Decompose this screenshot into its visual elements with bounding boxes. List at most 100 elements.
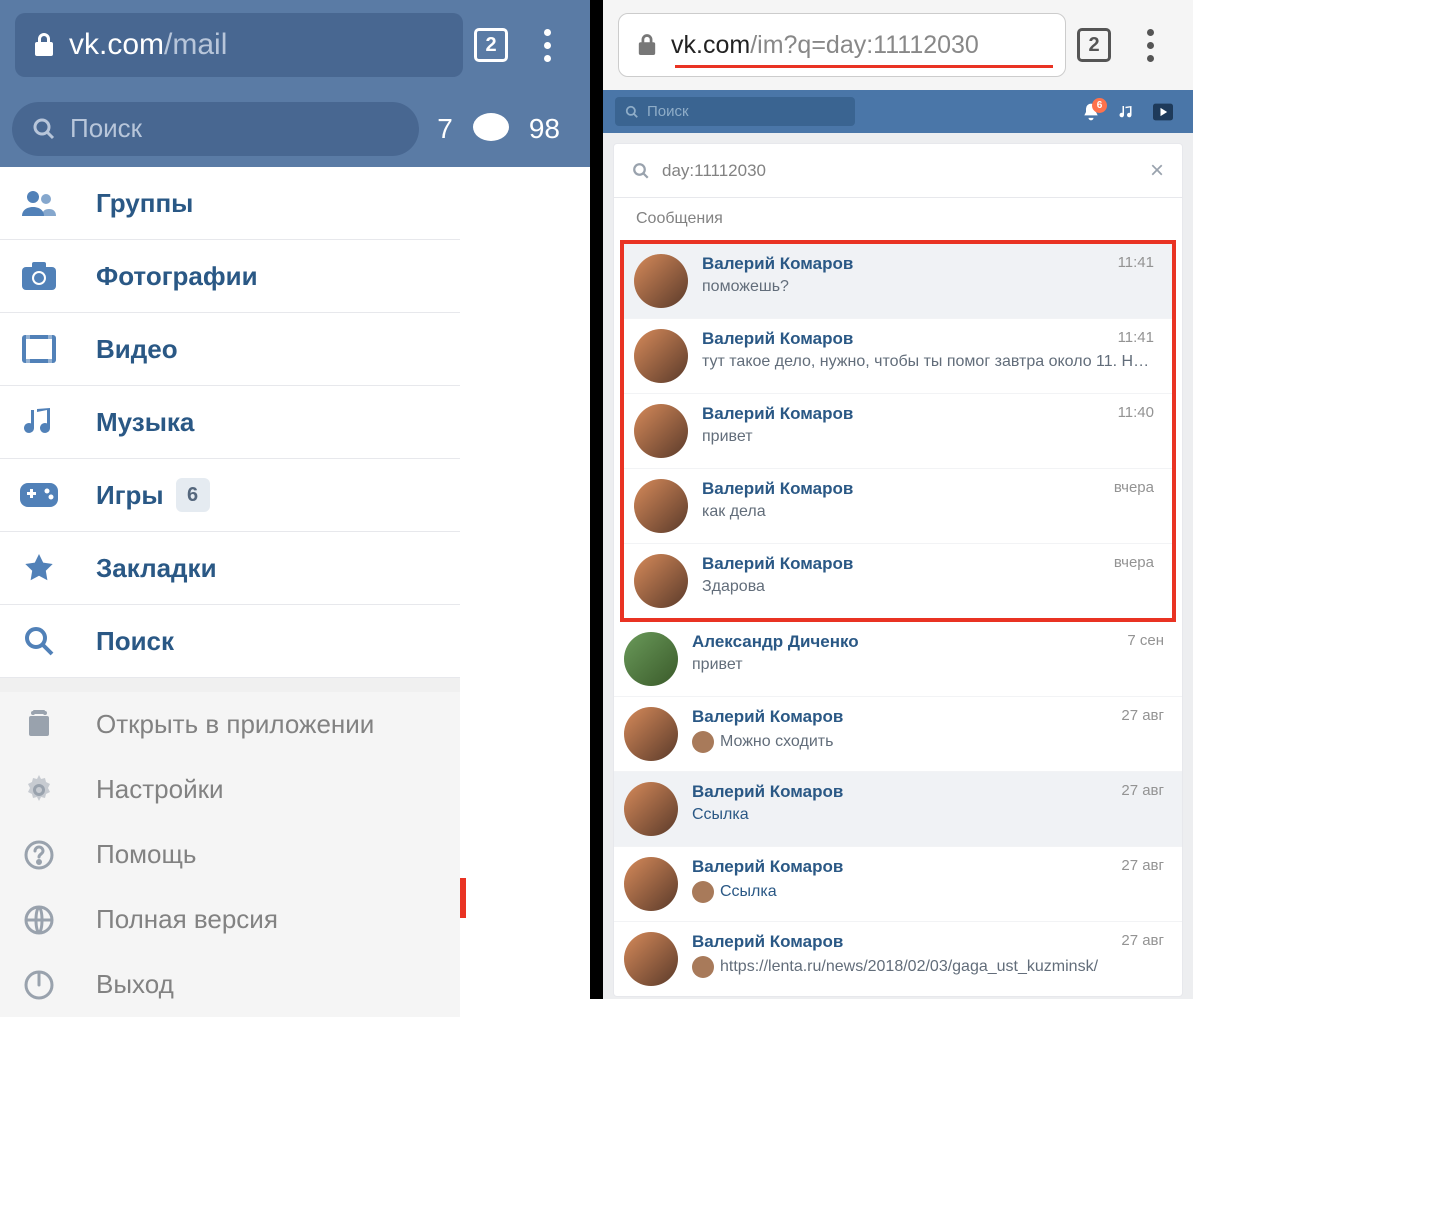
left-url-box[interactable]: vk.com/mail — [15, 13, 463, 77]
panel-search-input[interactable]: day:11112030 — [662, 161, 1150, 181]
avatar — [634, 329, 688, 383]
search-icon — [632, 162, 650, 180]
messages-panel: day:11112030 × Сообщения Валерий Комаров… — [613, 143, 1183, 997]
bg-list-item[interactable]: 28 мая — [450, 937, 590, 997]
message-preview: привет — [692, 656, 1164, 674]
menu-item-4[interactable]: Игры 6 — [0, 459, 460, 532]
message-item[interactable]: Валерий Комаров вчера как дела — [624, 469, 1172, 544]
gray-menu-item-2[interactable]: Помощь — [0, 822, 460, 887]
friends-count[interactable]: 7 — [437, 113, 453, 145]
message-preview: поможешь? — [702, 278, 1154, 296]
message-item[interactable]: Валерий Комаров11:41 поможешь? — [624, 244, 1172, 319]
more-button[interactable] — [519, 0, 575, 90]
gray-menu-item-4[interactable]: Выход — [0, 952, 460, 1017]
menu-icon — [14, 397, 64, 447]
left-address-bar: vk.com/mail 2 — [0, 0, 590, 90]
menu-item-3[interactable]: Музыка — [0, 386, 460, 459]
gray-menu-item-1[interactable]: Настройки — [0, 757, 460, 822]
search-input[interactable]: Поиск — [12, 102, 419, 156]
lock-icon — [637, 33, 657, 57]
menu-item-1[interactable]: Фотографии — [0, 240, 460, 313]
menu-icon — [14, 543, 64, 593]
mini-avatar — [692, 881, 714, 903]
menu-icon — [14, 251, 64, 301]
message-item[interactable]: Валерий Комаров27 авг Ссылка — [614, 772, 1182, 847]
message-sender: Александр Диченко — [692, 632, 859, 652]
tabs-button[interactable]: 2 — [463, 0, 519, 90]
plus-icon[interactable]: + — [545, 184, 568, 229]
url-path: /mail — [164, 28, 227, 62]
right-url-box[interactable]: vk.com/im?q=day:11112030 — [618, 13, 1066, 77]
bg-list-item[interactable]: 11:415 — [450, 247, 590, 362]
music-button[interactable] — [1109, 103, 1145, 121]
message-sender: Валерий Комаров — [702, 329, 853, 349]
bg-list-item[interactable]: 7 сен — [450, 362, 590, 477]
message-preview: как дела — [702, 503, 1154, 521]
search-icon — [625, 105, 639, 119]
message-item[interactable]: Валерий Комаров11:41 тут такое дело, нуж… — [624, 319, 1172, 394]
menu-label: Открыть в приложении — [96, 709, 374, 740]
message-item[interactable]: Валерий Комаров11:40 привет — [624, 394, 1172, 469]
url-domain: vk.com — [671, 31, 750, 60]
bg-list-item[interactable]: 12 июн — [450, 822, 590, 937]
menu-icon — [14, 178, 64, 228]
message-item[interactable]: Валерий Комаров27 авг Ссылка — [614, 847, 1182, 922]
message-sender: Валерий Комаров — [692, 707, 843, 727]
time-label: 7 сен — [509, 405, 568, 433]
menu-item-0[interactable]: Группы — [0, 167, 460, 240]
bg-list-item[interactable]: ния16 авг — [450, 592, 590, 707]
message-time: 27 авг — [1121, 857, 1164, 877]
panel-search-row: day:11112030 × — [614, 144, 1182, 198]
menu-label: Фотографии — [96, 261, 258, 292]
menu-icon — [14, 700, 64, 750]
message-sender: Валерий Комаров — [702, 479, 853, 499]
message-item[interactable]: Валерий Комароввчера Здарова — [624, 544, 1172, 618]
vk-search-input[interactable]: Поиск — [615, 97, 855, 126]
bg-list-item[interactable]: 16 авг — [450, 477, 590, 592]
more-button[interactable] — [1122, 0, 1178, 90]
bg-list-item[interactable]: + — [450, 167, 590, 247]
gray-menu-item-0[interactable]: Открыть в приложении — [0, 692, 460, 757]
video-button[interactable] — [1145, 103, 1181, 121]
message-item[interactable]: Валерий Комаров27 авг Можно сходить — [614, 697, 1182, 772]
message-sender: Валерий Комаров — [692, 932, 843, 952]
red-highlight-box: Валерий Комаров11:41 поможешь? Валерий К… — [620, 240, 1176, 622]
time-label: 16 авг — [500, 649, 568, 677]
right-address-bar: vk.com/im?q=day:11112030 2 — [603, 0, 1193, 90]
chat-icon[interactable] — [471, 109, 511, 149]
more-icon — [544, 29, 551, 62]
clear-search-button[interactable]: × — [1150, 157, 1164, 185]
message-time: 11:40 — [1118, 404, 1154, 424]
menu-item-6[interactable]: Поиск — [0, 605, 460, 678]
message-time: 11:41 — [1118, 254, 1154, 274]
message-preview: Ссылка — [692, 806, 1164, 824]
menu-icon — [14, 895, 64, 945]
menu-label: Выход — [96, 969, 174, 1000]
time-label: 16 авг — [500, 520, 568, 548]
avatar — [624, 857, 678, 911]
section-title: Сообщения — [614, 198, 1182, 240]
lock-icon — [33, 32, 55, 58]
tabs-button[interactable]: 2 — [1066, 0, 1122, 90]
message-preview: Ссылка — [692, 881, 1164, 903]
play-icon — [1153, 103, 1173, 121]
left-background-list: +11:4157 сен16 авгния16 авго…6 авг12 июн… — [450, 167, 590, 999]
message-item[interactable]: Александр Диченко7 сен привет — [614, 622, 1182, 697]
menu-icon — [14, 960, 64, 1010]
menu-label: Музыка — [96, 407, 194, 438]
menu-item-5[interactable]: Закладки — [0, 532, 460, 605]
menu-label: Полная версия — [96, 904, 278, 935]
message-item[interactable]: Валерий Комаров27 авг https://lenta.ru/n… — [614, 922, 1182, 996]
more-icon — [1147, 29, 1154, 62]
gray-menu-item-3[interactable]: Полная версия — [0, 887, 460, 952]
tabs-icon: 2 — [1077, 28, 1111, 62]
messages-count[interactable]: 98 — [529, 113, 560, 145]
message-time: вчера — [1114, 479, 1154, 499]
time-label: 12 июн — [490, 865, 568, 893]
notifications-button[interactable]: 6 — [1073, 102, 1109, 122]
menu-label: Группы — [96, 188, 193, 219]
tabs-icon: 2 — [474, 28, 508, 62]
menu-label: Закладки — [96, 553, 217, 584]
menu-item-2[interactable]: Видео — [0, 313, 460, 386]
bg-list-item[interactable]: о…6 авг — [450, 707, 590, 822]
